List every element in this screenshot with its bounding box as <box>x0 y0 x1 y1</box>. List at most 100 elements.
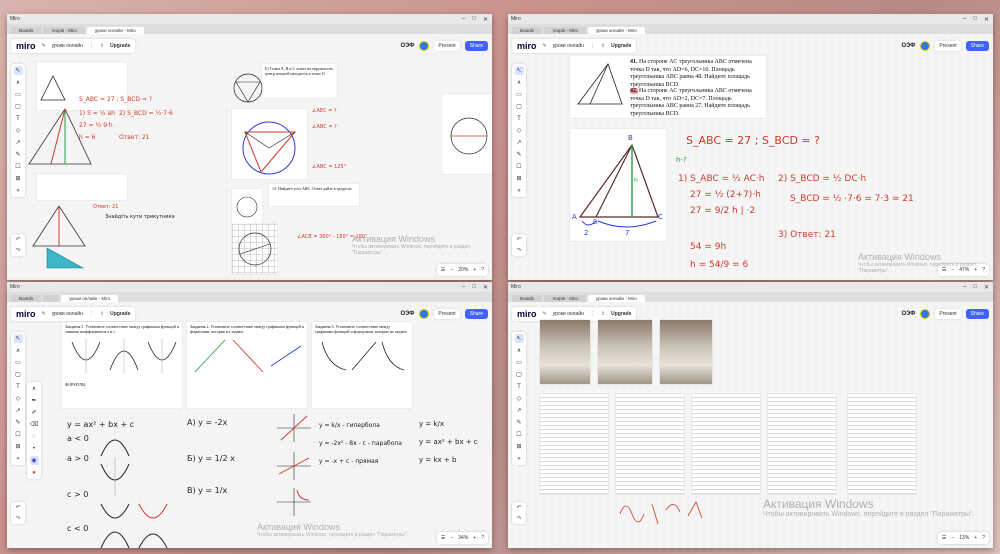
sticky-note-icon[interactable]: ▢ <box>515 370 524 379</box>
tab-boards[interactable]: Boards <box>512 27 543 34</box>
export-icon[interactable]: ⇪ <box>100 311 104 317</box>
avatar[interactable] <box>920 41 931 51</box>
close-icon[interactable]: ✕ <box>483 16 488 23</box>
board-canvas[interactable]: miro ✎ уроки онлайн ⋮ ⇪ Upgrade ОЭФ Pres… <box>7 302 492 548</box>
document-thumbnail[interactable] <box>616 394 684 494</box>
miro-logo[interactable]: miro <box>16 41 36 51</box>
pen-icon[interactable]: ✎ <box>543 311 547 317</box>
tab-lessons[interactable]: уроки онлайн - Miro <box>61 295 119 302</box>
tab-lessons[interactable]: уроки онлайн - Miro <box>587 295 645 302</box>
zoom-out-icon[interactable]: − <box>450 535 453 541</box>
lasso-icon[interactable]: ◌ <box>30 432 39 441</box>
connector-icon[interactable]: ↗ <box>515 406 524 415</box>
share-button[interactable]: Share <box>965 41 989 51</box>
sticky-note-icon[interactable]: ▢ <box>14 102 23 111</box>
board-canvas[interactable]: miro ✎ уроки онлайн ⋮ ⇪ Upgrade ОЭФ Pres… <box>508 302 993 548</box>
minimize-icon[interactable]: – <box>462 284 465 291</box>
photo-thumbnail[interactable] <box>598 320 652 384</box>
connector-icon[interactable]: ↗ <box>515 138 524 147</box>
minimize-icon[interactable]: – <box>462 16 465 23</box>
frame-icon[interactable]: ▭ <box>515 358 524 367</box>
close-icon[interactable]: ✕ <box>984 16 989 23</box>
problem-card-2[interactable] <box>37 174 127 200</box>
color-blue-icon[interactable]: ◉ <box>29 456 39 465</box>
undo-icon[interactable]: ↶ <box>516 504 521 511</box>
upload-icon[interactable]: ⊞ <box>515 174 524 183</box>
miro-logo[interactable]: miro <box>517 41 537 51</box>
reactions-logos[interactable]: ОЭФ <box>400 311 414 317</box>
highlighter-icon[interactable]: ✐ <box>30 408 39 417</box>
minimize-icon[interactable]: – <box>963 284 966 291</box>
more-icon[interactable]: ⋮ <box>590 43 595 49</box>
minimize-icon[interactable]: – <box>963 16 966 23</box>
tab-theory[interactable] <box>43 295 60 302</box>
tab-lessons[interactable]: уроки онлайн - Miro <box>86 27 144 34</box>
close-icon[interactable]: ✕ <box>483 284 488 291</box>
help-icon[interactable]: ? <box>481 267 484 273</box>
shapes-icon[interactable]: ◇ <box>14 126 23 135</box>
templates-icon[interactable]: ∧ <box>515 346 524 355</box>
tab-lessons[interactable]: уроки онлайн - Miro <box>587 27 645 34</box>
triangle-card[interactable]: A B C D h 2 7 <box>570 129 666 241</box>
board-name[interactable]: уроки онлайн <box>52 311 83 317</box>
sticky-note-icon[interactable]: ▢ <box>14 370 23 379</box>
zoom-out-icon[interactable]: − <box>951 535 954 541</box>
zoom-in-icon[interactable]: + <box>473 535 476 541</box>
present-button[interactable]: Present <box>935 41 961 51</box>
undo-icon[interactable]: ↶ <box>15 504 20 511</box>
board-name[interactable]: уроки онлайн <box>52 43 83 49</box>
upload-icon[interactable]: ⊞ <box>515 442 524 451</box>
redo-icon[interactable]: ↷ <box>516 247 521 254</box>
close-icon[interactable]: ✕ <box>984 284 989 291</box>
tab-boards[interactable]: Boards <box>11 295 42 302</box>
connector-icon[interactable]: ↗ <box>14 406 23 415</box>
avatar[interactable] <box>419 41 430 51</box>
pen-tool-icon[interactable]: ✎ <box>515 418 524 427</box>
frame-icon[interactable]: ▭ <box>14 90 23 99</box>
comment-icon[interactable]: ☐ <box>14 162 23 171</box>
upgrade-button[interactable]: Upgrade <box>611 311 631 317</box>
export-icon[interactable]: ⇪ <box>601 43 605 49</box>
avatar[interactable] <box>419 309 430 319</box>
shapes-icon[interactable]: ◇ <box>515 394 524 403</box>
problem-card[interactable]: 41. На стороне AC треугольника ABC отмеч… <box>570 56 766 118</box>
board-list-icon[interactable]: ☰ <box>942 535 946 541</box>
more-icon[interactable]: ⋮ <box>89 43 94 49</box>
board-name[interactable]: уроки онлайн <box>553 311 584 317</box>
eraser-icon[interactable]: ⌫ <box>30 420 39 429</box>
maximize-icon[interactable]: □ <box>472 16 476 23</box>
templates-icon[interactable]: ∧ <box>515 78 524 87</box>
task-card-1[interactable]: Завдання 1. Установите соответствие межд… <box>62 322 182 408</box>
text-icon[interactable]: T <box>515 114 524 123</box>
shapes-icon[interactable]: ◇ <box>14 394 23 403</box>
more-tools-icon[interactable]: » <box>14 186 23 195</box>
zoom-out-icon[interactable]: − <box>450 267 453 273</box>
miro-logo[interactable]: miro <box>517 309 537 319</box>
board-list-icon[interactable]: ☰ <box>441 267 445 273</box>
more-tools-icon[interactable]: » <box>14 454 23 463</box>
tab-boards[interactable]: Boards <box>512 295 543 302</box>
more-tools-icon[interactable]: » <box>515 454 524 463</box>
color-red-icon[interactable]: ● <box>30 468 39 477</box>
pen-tool-icon[interactable]: ✎ <box>14 418 23 427</box>
document-thumbnail[interactable] <box>768 394 836 494</box>
document-thumbnail[interactable] <box>848 394 916 494</box>
help-icon[interactable]: ? <box>481 535 484 541</box>
share-button[interactable]: Share <box>464 41 488 51</box>
photo-thumbnail[interactable] <box>660 320 712 384</box>
document-thumbnail[interactable] <box>692 394 760 494</box>
task-card-3[interactable]: Завдання 3. Установите соответствие межд… <box>312 322 412 408</box>
miro-logo[interactable]: miro <box>16 309 36 319</box>
undo-icon[interactable]: ↶ <box>516 236 521 243</box>
text-icon[interactable]: T <box>14 382 23 391</box>
pen-icon[interactable]: ✎ <box>42 311 46 317</box>
color-black-icon[interactable]: • <box>30 444 39 453</box>
templates-icon[interactable]: ∧ <box>14 78 23 87</box>
zoom-in-icon[interactable]: + <box>974 535 977 541</box>
upgrade-button[interactable]: Upgrade <box>110 43 130 49</box>
present-button[interactable]: Present <box>935 309 961 319</box>
maximize-icon[interactable]: □ <box>973 284 977 291</box>
cursor-icon[interactable]: ↖ <box>13 334 23 343</box>
templates-icon[interactable]: ∧ <box>14 346 23 355</box>
reactions-logos[interactable]: ОЭФ <box>901 43 915 49</box>
